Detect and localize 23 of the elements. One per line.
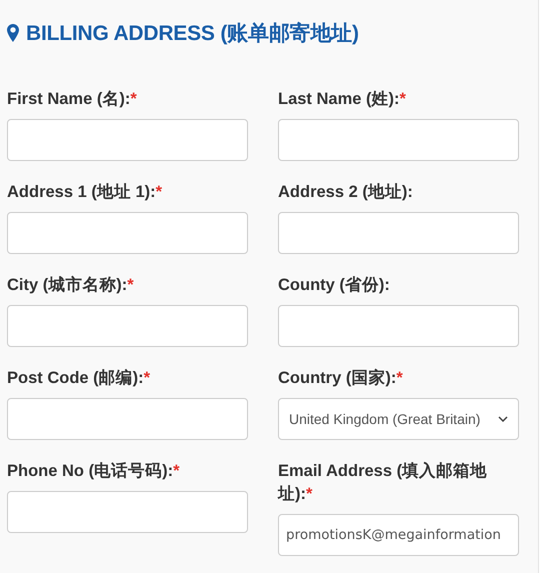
input-field[interactable] <box>7 119 248 161</box>
field-label: Country (国家):* <box>278 368 404 389</box>
field-label: Address 2 (地址): <box>278 182 414 203</box>
field-label: Address 1 (地址 1):* <box>7 182 164 203</box>
field-label: First Name (名):* <box>7 89 138 110</box>
input-field[interactable] <box>7 305 248 347</box>
field-label: Email Address (填入邮箱地址):* <box>278 460 488 505</box>
input-field[interactable] <box>7 212 248 254</box>
field-label: Post Code (邮编):* <box>7 368 152 389</box>
field-label: City (城市名称):* <box>7 274 135 296</box>
input-field[interactable] <box>7 398 248 440</box>
section-title: BILLING ADDRESS (账单邮寄地址) <box>26 20 359 47</box>
input-field[interactable] <box>278 305 519 347</box>
input-field[interactable]: promotionsK@megainformation <box>278 514 519 556</box>
input-field[interactable] <box>278 119 519 161</box>
input-field[interactable] <box>278 212 519 254</box>
field-label: Phone No (电话号码):* <box>7 461 180 482</box>
map-pin-icon <box>7 24 19 42</box>
chevron-down-icon <box>498 416 508 422</box>
field-label: County (省份): <box>278 275 391 296</box>
field-label: Last Name (姓):* <box>278 89 407 110</box>
country-select[interactable]: United Kingdom (Great Britain) <box>278 398 519 440</box>
input-field[interactable] <box>7 491 248 533</box>
